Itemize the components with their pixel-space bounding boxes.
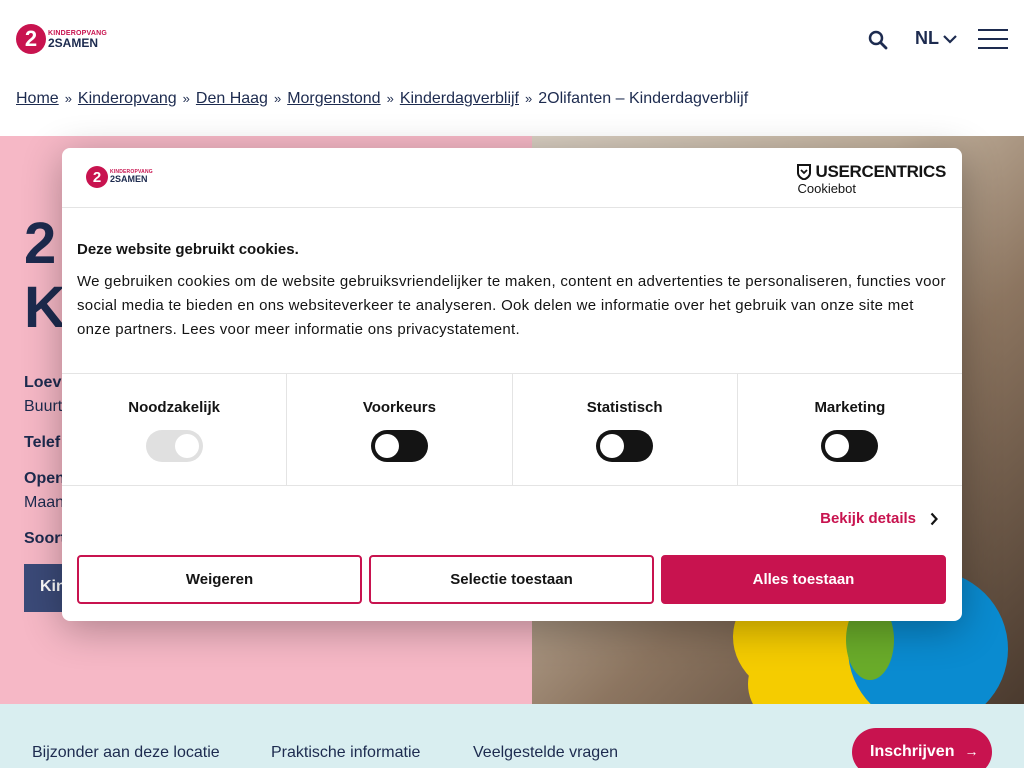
location-subnav: Bijzonder aan deze locatie Praktische in… — [0, 704, 1024, 768]
category-noodzakelijk: Noodzakelijk — [62, 374, 288, 485]
show-details-link[interactable]: Bekijk details — [820, 510, 938, 527]
shield-icon — [797, 164, 812, 180]
dialog-site-logo: 2 KINDEROPVANG 2SAMEN — [86, 166, 153, 188]
breadcrumb-den-haag[interactable]: Den Haag — [196, 90, 268, 107]
hamburger-menu-icon[interactable] — [978, 29, 1008, 49]
info-label-4: Soort — [24, 530, 66, 547]
statistisch-toggle[interactable] — [596, 430, 654, 462]
category-voorkeurs: Voorkeurs — [287, 374, 513, 485]
breadcrumb: Home» Kinderopvang» Den Haag» Morgenstond» K… — [16, 90, 749, 107]
site-logo[interactable]: 2 KINDEROPVANG 2SAMEN — [16, 24, 107, 54]
breadcrumb-current: 2Olifanten – Kinderdagverblijf — [538, 90, 749, 107]
cookiebot-logo[interactable]: USERCENTRICS Cookiebot — [797, 162, 946, 196]
info-label-3: Open — [24, 470, 65, 487]
logo-line2: 2SAMEN — [48, 35, 99, 50]
usercentrics-label: USERCENTRICS — [815, 162, 946, 181]
breadcrumb-home[interactable]: Home — [16, 90, 59, 107]
info-label-1: Loev — [24, 374, 62, 391]
consent-categories: Noodzakelijk Voorkeurs Statistisch Marke… — [62, 373, 962, 486]
arrow-right-icon: → — [964, 743, 979, 759]
allow-all-button[interactable]: Alles toestaan — [661, 555, 946, 604]
breadcrumb-kinderdagverblijf[interactable]: Kinderdagverblijf — [400, 90, 519, 107]
subnav-veelgestelde-vragen[interactable]: Veelgestelde vragen — [473, 744, 618, 762]
dialog-heading: Deze website gebruikt cookies. — [77, 241, 299, 258]
marketing-toggle[interactable] — [821, 430, 879, 462]
info-label-2: Telef — [24, 434, 61, 451]
site-header: 2 KINDEROPVANG 2SAMEN NL — [0, 0, 1024, 80]
category-statistisch: Statistisch — [513, 374, 738, 485]
page-title: 2 K — [24, 211, 66, 340]
breadcrumb-morgenstond[interactable]: Morgenstond — [287, 90, 380, 107]
dialog-header: 2 KINDEROPVANG 2SAMEN USERCENTRICS Cooki… — [62, 148, 962, 208]
cookiebot-label: Cookiebot — [797, 181, 857, 196]
info-value-3: Maan — [24, 494, 65, 511]
subnav-praktische-informatie[interactable]: Praktische informatie — [271, 744, 420, 762]
allow-selection-button[interactable]: Selectie toestaan — [369, 555, 654, 604]
logo-mark: 2 — [16, 24, 46, 54]
language-selector[interactable]: NL — [915, 28, 957, 49]
info-value-1: Buurt — [24, 398, 63, 415]
voorkeurs-toggle[interactable] — [370, 430, 428, 462]
chevron-down-icon — [943, 34, 957, 44]
cookie-consent-dialog: 2 KINDEROPVANG 2SAMEN USERCENTRICS Cooki… — [62, 148, 962, 621]
inschrijven-button[interactable]: Inschrijven → — [852, 728, 992, 768]
dialog-description: We gebruiken cookies om de website gebru… — [77, 273, 946, 338]
breadcrumb-kinderopvang[interactable]: Kinderopvang — [78, 90, 177, 107]
search-icon[interactable] — [866, 28, 890, 52]
reject-button[interactable]: Weigeren — [77, 555, 362, 604]
noodzakelijk-toggle — [145, 430, 203, 462]
category-marketing: Marketing — [738, 374, 962, 485]
subnav-bijzonder[interactable]: Bijzonder aan deze locatie — [32, 744, 220, 762]
chevron-right-icon — [930, 512, 938, 525]
language-label: NL — [915, 28, 939, 48]
